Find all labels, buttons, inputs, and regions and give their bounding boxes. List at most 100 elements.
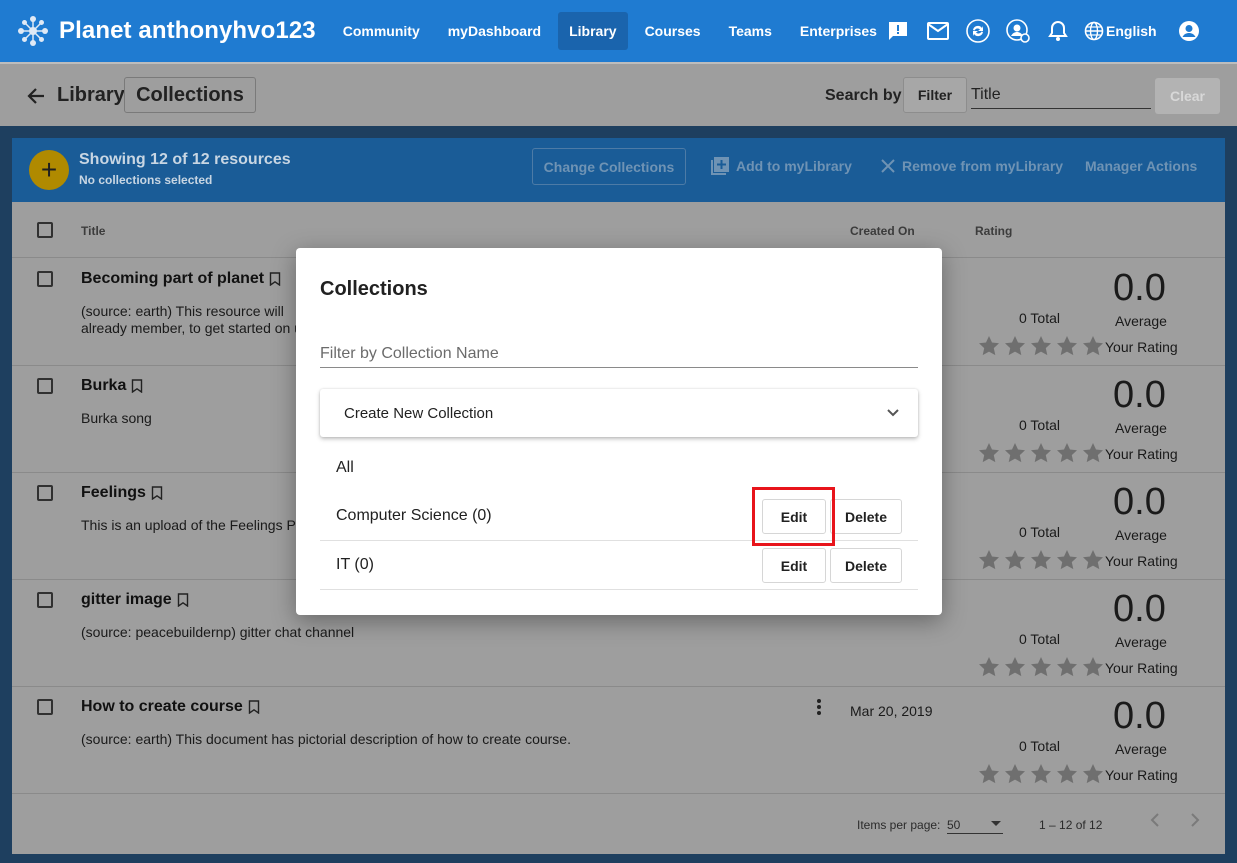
add-resource-button[interactable]: + <box>29 150 69 190</box>
bookmark-icon[interactable] <box>151 486 163 500</box>
planet-logo-icon <box>18 16 48 46</box>
star-rating[interactable] <box>977 548 1107 577</box>
create-new-collection-panel[interactable]: Create New Collection <box>320 389 918 437</box>
clear-button[interactable]: Clear <box>1155 78 1220 114</box>
breadcrumb-library[interactable]: Library <box>57 84 125 107</box>
rating-average-label: Average <box>1115 527 1167 543</box>
library-add-icon <box>711 157 729 175</box>
star-icon[interactable] <box>977 441 1003 470</box>
star-icon[interactable] <box>977 655 1003 684</box>
manager-settings-icon[interactable] <box>1004 17 1032 45</box>
row-checkbox[interactable] <box>37 485 53 501</box>
star-icon[interactable] <box>1055 655 1081 684</box>
star-icon[interactable] <box>1081 441 1107 470</box>
column-created-on[interactable]: Created On <box>850 224 915 238</box>
row-checkbox[interactable] <box>37 592 53 608</box>
feedback-icon[interactable] <box>884 17 912 45</box>
created-on-date: Mar 20, 2019 <box>850 703 933 719</box>
row-checkbox[interactable] <box>37 378 53 394</box>
star-icon[interactable] <box>977 334 1003 363</box>
collection-row[interactable]: IT (0) Edit Delete <box>320 541 918 590</box>
close-icon <box>881 159 895 173</box>
rating-average-label: Average <box>1115 313 1167 329</box>
sync-icon[interactable] <box>964 17 992 45</box>
back-arrow-icon[interactable] <box>26 86 46 106</box>
breadcrumb-collections[interactable]: Collections <box>124 77 256 113</box>
resource-title[interactable]: Burka <box>81 377 143 395</box>
table-row[interactable]: How to create course (source: earth) This… <box>12 687 1225 794</box>
add-to-mylibrary-button[interactable]: Add to myLibrary <box>710 156 852 176</box>
manager-actions-button[interactable]: Manager Actions <box>1085 158 1197 174</box>
collection-all[interactable]: All <box>336 459 354 477</box>
dropdown-caret-icon <box>991 821 1001 826</box>
star-icon[interactable] <box>1029 441 1055 470</box>
row-checkbox[interactable] <box>37 699 53 715</box>
star-icon[interactable] <box>1003 441 1029 470</box>
star-rating[interactable] <box>977 762 1107 791</box>
edit-collection-button[interactable]: Edit <box>762 548 826 583</box>
main-nav: Community myDashboard Library Courses Te… <box>332 0 894 62</box>
star-icon[interactable] <box>1003 655 1029 684</box>
previous-page-icon[interactable] <box>1147 812 1163 828</box>
star-icon[interactable] <box>977 762 1003 791</box>
bookmark-icon[interactable] <box>177 593 189 607</box>
items-per-page-select[interactable]: 50 <box>947 812 1003 834</box>
mail-icon[interactable] <box>924 17 952 45</box>
star-icon[interactable] <box>977 548 1003 577</box>
star-icon[interactable] <box>1081 655 1107 684</box>
rating-average-label: Average <box>1115 741 1167 757</box>
column-rating[interactable]: Rating <box>975 224 1012 238</box>
collection-name: Computer Science (0) <box>336 507 492 524</box>
next-page-icon[interactable] <box>1187 812 1203 828</box>
nav-enterprises[interactable]: Enterprises <box>789 12 888 50</box>
bookmark-icon[interactable] <box>248 700 260 714</box>
star-icon[interactable] <box>1081 762 1107 791</box>
nav-community[interactable]: Community <box>332 12 431 50</box>
account-icon[interactable] <box>1175 17 1203 45</box>
star-icon[interactable] <box>1029 655 1055 684</box>
language-selector[interactable]: English <box>1084 21 1157 41</box>
bookmark-icon[interactable] <box>269 272 281 286</box>
star-icon[interactable] <box>1055 762 1081 791</box>
star-icon[interactable] <box>1081 548 1107 577</box>
filter-button[interactable]: Filter <box>903 77 967 113</box>
create-new-collection-label: Create New Collection <box>344 405 494 422</box>
remove-from-mylibrary-button[interactable]: Remove from myLibrary <box>880 158 1063 174</box>
brand[interactable]: Planet anthonyhvo123 <box>16 14 316 48</box>
delete-collection-button[interactable]: Delete <box>830 499 902 534</box>
more-vert-icon[interactable] <box>816 697 822 717</box>
change-collections-button[interactable]: Change Collections <box>532 148 686 185</box>
resource-title[interactable]: How to create course <box>81 698 260 716</box>
resource-title[interactable]: Feelings <box>81 484 163 502</box>
star-rating[interactable] <box>977 334 1107 363</box>
star-icon[interactable] <box>1003 762 1029 791</box>
delete-collection-button[interactable]: Delete <box>830 548 902 583</box>
star-icon[interactable] <box>1055 548 1081 577</box>
column-title[interactable]: Title <box>81 224 105 238</box>
bell-icon[interactable] <box>1044 17 1072 45</box>
star-icon[interactable] <box>1055 334 1081 363</box>
chevron-down-icon <box>887 409 899 417</box>
star-icon[interactable] <box>1055 441 1081 470</box>
items-per-page-value: 50 <box>947 818 961 832</box>
star-icon[interactable] <box>1029 548 1055 577</box>
star-icon[interactable] <box>1029 762 1055 791</box>
nav-mydashboard[interactable]: myDashboard <box>437 12 552 50</box>
resource-title[interactable]: gitter image <box>81 591 189 609</box>
bookmark-icon[interactable] <box>131 379 143 393</box>
nav-courses[interactable]: Courses <box>634 12 712 50</box>
nav-library[interactable]: Library <box>558 12 628 50</box>
star-icon[interactable] <box>1029 334 1055 363</box>
row-checkbox[interactable] <box>37 271 53 287</box>
collection-filter-input[interactable] <box>320 340 918 368</box>
select-all-checkbox[interactable] <box>37 222 53 238</box>
resource-title[interactable]: Becoming part of planet <box>81 270 281 288</box>
star-rating[interactable] <box>977 441 1107 470</box>
star-icon[interactable] <box>1081 334 1107 363</box>
nav-teams[interactable]: Teams <box>718 12 783 50</box>
search-input[interactable] <box>971 81 1151 109</box>
star-icon[interactable] <box>1003 334 1029 363</box>
star-rating[interactable] <box>977 655 1107 684</box>
star-icon[interactable] <box>1003 548 1029 577</box>
rating-total: 0 Total <box>1019 631 1060 647</box>
